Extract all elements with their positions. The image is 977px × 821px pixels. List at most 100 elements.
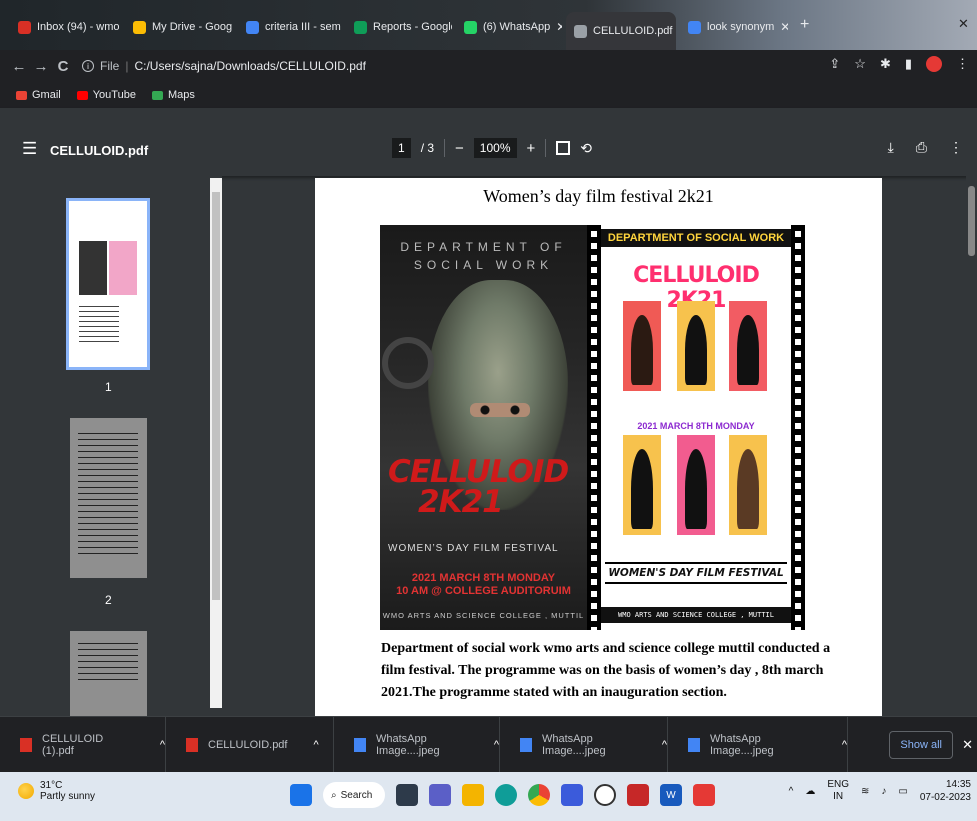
bookmark-star-icon[interactable]: ☆ — [854, 56, 866, 72]
chevron-up-icon[interactable]: ^ — [313, 739, 318, 751]
volume-icon[interactable]: ♪ — [881, 786, 886, 797]
more-options-icon[interactable]: ⋮ — [949, 139, 963, 156]
thumbnail-page-1[interactable] — [66, 198, 150, 370]
tab-close-icon[interactable]: ✕ — [780, 20, 788, 34]
bookmark-item[interactable]: Maps — [151, 89, 195, 101]
taskbar-search[interactable]: ⌕ Search — [323, 782, 385, 808]
rotate-icon[interactable]: ⟲ — [580, 140, 592, 157]
new-tab-button[interactable]: + — [800, 16, 809, 34]
download-item[interactable]: WhatsApp Image....jpeg ^ — [500, 717, 668, 773]
chevron-up-icon[interactable]: ^ — [662, 739, 667, 751]
illustration-tile — [729, 301, 767, 391]
wifi-icon[interactable]: ≋ — [861, 786, 869, 797]
illustration-tile — [677, 301, 715, 391]
system-tray: ^ ☁ ENG IN ≋ ♪ ▭ 14:35 07-02-2023 — [789, 778, 971, 804]
zoom-input[interactable]: 100% — [473, 138, 517, 158]
sidebar-scrollbar-thumb[interactable] — [212, 192, 220, 600]
thumbnail-poster-left — [79, 241, 107, 295]
show-all-button[interactable]: Show all — [889, 731, 953, 759]
thumbnail-page-2[interactable] — [70, 418, 147, 578]
chevron-up-icon[interactable]: ^ — [494, 739, 499, 751]
tray-overflow-icon[interactable]: ^ — [789, 786, 794, 797]
pdf-toolbar: ☰ CELLULOID.pdf 1 / 3 − 100% + ⟲ ⤓ ⎙ ⋮ — [0, 108, 977, 176]
chevron-up-icon[interactable]: ^ — [160, 739, 165, 751]
poster-right: DEPARTMENT OF SOCIAL WORK CELLULOID 2K21… — [587, 225, 805, 630]
toolbar-divider — [545, 139, 547, 157]
store-icon[interactable] — [561, 784, 583, 806]
language-code[interactable]: ENG — [827, 779, 849, 791]
dell-icon[interactable] — [594, 784, 616, 806]
clock[interactable]: 14:35 07-02-2023 — [920, 778, 971, 804]
tab-favicon-icon — [464, 20, 477, 34]
download-icon[interactable]: ⤓ — [888, 139, 894, 156]
tab-favicon-icon — [133, 20, 146, 34]
bookmark-item[interactable]: Gmail — [16, 89, 61, 101]
address-bar[interactable]: i File | C:/Users/sajna/Downloads/CELLUL… — [82, 59, 366, 73]
bookmarks-bar: Gmail YouTube Maps — [0, 82, 977, 108]
browser-tab[interactable]: My Drive - Goog✕ — [125, 14, 233, 40]
extensions-icon[interactable]: ✱ — [880, 56, 891, 72]
browser-tab[interactable]: criteria III - sem✕ — [238, 14, 342, 40]
browser-tab[interactable]: (6) WhatsApp ✕ — [456, 14, 562, 40]
chrome-icon[interactable] — [528, 784, 550, 806]
thumbnail-sidebar: 1 2 — [0, 176, 222, 716]
document-scrollbar[interactable] — [966, 176, 977, 716]
battery-icon[interactable]: ▭ — [898, 786, 907, 797]
window-close-icon[interactable]: ✕ — [958, 16, 969, 32]
task-view-icon[interactable] — [396, 784, 418, 806]
info-icon[interactable]: i — [82, 60, 94, 72]
reload-icon[interactable]: C — [52, 58, 74, 75]
tab-close-icon[interactable]: ✕ — [556, 20, 562, 34]
mcafee-icon[interactable] — [627, 784, 649, 806]
poster-left-title-line1: CELLULOID — [388, 454, 569, 490]
clock-date: 07-02-2023 — [919, 792, 971, 803]
acrobat-icon[interactable] — [693, 784, 715, 806]
forward-icon[interactable]: → — [30, 58, 52, 75]
windows-taskbar: 31°C Partly sunny ⌕ Search W ^ ☁ ENG IN ≋… — [0, 772, 977, 821]
menu-kebab-icon[interactable]: ⋮ — [956, 56, 969, 72]
share-icon[interactable]: ⇪ — [829, 56, 840, 72]
thumbnail-page-3[interactable] — [70, 631, 147, 716]
browser-tab[interactable]: CELLULOID.pdf✕ — [566, 12, 676, 50]
poster-left-dept-line2: SOCIAL WORK — [413, 258, 554, 272]
download-item[interactable]: WhatsApp Image....jpeg ^ — [668, 717, 848, 773]
poster-left-date-line2: 10 AM @ COLLEGE AUDITORUIM — [396, 585, 571, 597]
bookmark-label: YouTube — [92, 89, 136, 101]
print-icon[interactable]: ⎙ — [916, 139, 927, 156]
tab-label: look synonym — [707, 21, 775, 33]
download-item[interactable]: CELLULOID (1).pdf ^ — [0, 717, 166, 773]
poster-right-header: DEPARTMENT OF SOCIAL WORK — [601, 229, 791, 247]
page-number-input[interactable]: 1 — [392, 138, 411, 158]
zoom-out-button[interactable]: − — [455, 140, 464, 157]
bookmark-icon — [16, 90, 27, 100]
zoom-in-button[interactable]: + — [527, 140, 536, 157]
tab-favicon-icon — [574, 24, 587, 38]
close-icon[interactable]: ✕ — [962, 737, 973, 753]
edge-icon[interactable] — [495, 784, 517, 806]
browser-tab[interactable]: Inbox (94) - wmo✕ — [10, 14, 120, 40]
windows-start-icon[interactable] — [290, 784, 312, 806]
file-explorer-icon[interactable] — [462, 784, 484, 806]
browser-tab[interactable]: look synonym ✕ — [680, 14, 788, 40]
fit-page-icon[interactable] — [556, 141, 571, 155]
back-icon[interactable]: ← — [8, 58, 30, 75]
download-item[interactable]: WhatsApp Image....jpeg ^ — [334, 717, 500, 773]
poster-left-title: CELLULOID 2K21 — [388, 454, 569, 518]
poster-left: DEPARTMENT OF SOCIAL WORK CELLULOID 2K21… — [380, 225, 587, 630]
chevron-up-icon[interactable]: ^ — [842, 739, 847, 751]
download-filename: WhatsApp Image....jpeg — [542, 733, 606, 757]
cloud-icon[interactable]: ☁ — [805, 786, 815, 797]
language-region[interactable]: IN — [827, 791, 849, 803]
pdf-title: CELLULOID.pdf — [50, 143, 149, 158]
browser-tab[interactable]: Reports - Google✕ — [346, 14, 452, 40]
illustration-tile — [623, 301, 661, 391]
hamburger-menu-icon[interactable]: ☰ — [22, 139, 37, 159]
word-icon[interactable]: W — [660, 784, 682, 806]
chat-icon[interactable] — [429, 784, 451, 806]
download-item[interactable]: CELLULOID.pdf ^ — [166, 717, 334, 773]
bookmark-item[interactable]: YouTube — [76, 89, 136, 101]
profile-avatar[interactable] — [926, 56, 942, 72]
weather-widget[interactable]: 31°C Partly sunny — [18, 780, 95, 802]
sidepanel-icon[interactable]: ▮ — [905, 56, 912, 72]
document-scrollbar-thumb[interactable] — [968, 186, 975, 256]
